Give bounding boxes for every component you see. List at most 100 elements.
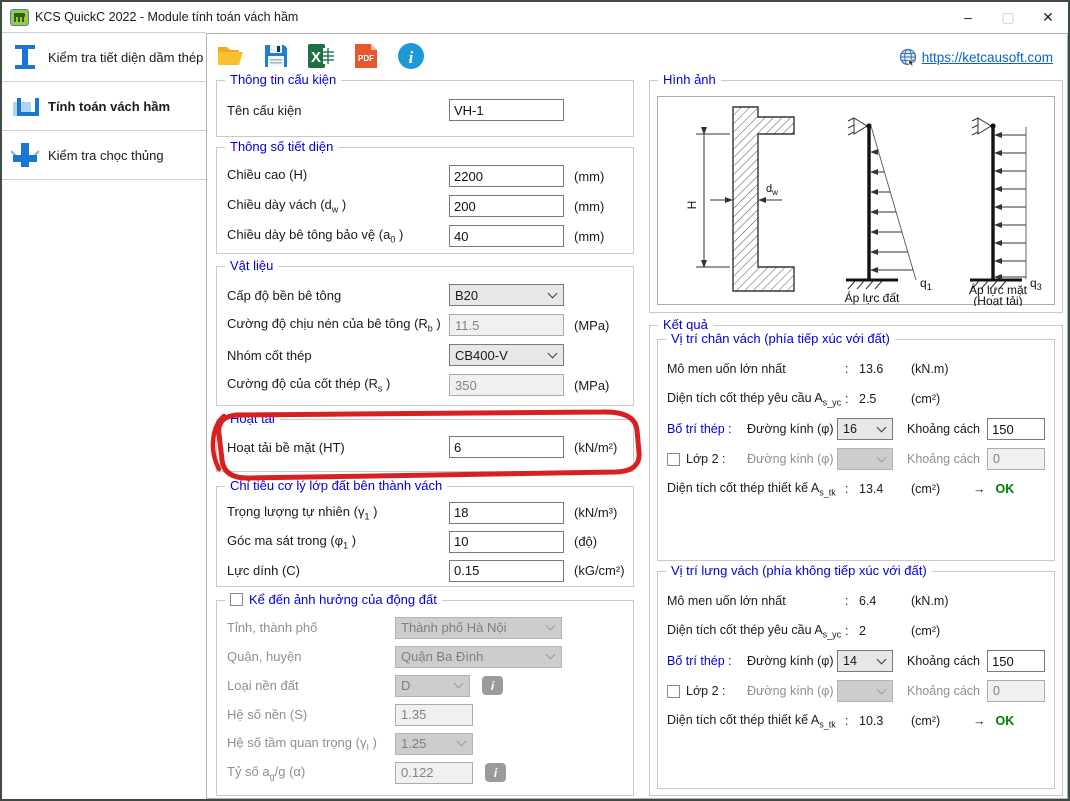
ag-ratio-info-button[interactable]: i <box>485 763 506 782</box>
spacing-label: Khoảng cách <box>907 422 987 436</box>
friction-angle-input[interactable] <box>449 531 564 553</box>
chevron-down-icon <box>457 737 467 747</box>
diameter-label: Đường kính (φ) <box>747 452 837 466</box>
component-name-input[interactable] <box>449 99 564 121</box>
group-title-earthquake: Kể đến ảnh hưởng của động đất <box>225 592 442 607</box>
field-label: Hệ số tầm quan trọng (γI ) <box>227 735 395 753</box>
group-results: Kết quả Vị trí chân vách (phía tiếp xúc … <box>649 325 1063 796</box>
pdf-export-button[interactable]: PDF <box>350 40 382 72</box>
ag-ratio-field: 0.122 <box>395 762 473 784</box>
concrete-strength-field: 11.5 <box>449 314 564 336</box>
unit-label: (mm) <box>574 199 604 214</box>
sidebar-item-punching-check[interactable]: Kiểm tra chọc thủng <box>2 131 206 179</box>
title-bar: KCS QuickC 2022 - Module tính toán vách … <box>2 2 1068 32</box>
group-title: Hoạt tải <box>225 411 280 426</box>
rebar-group-select[interactable]: CB400-V <box>449 344 564 366</box>
spacing-input[interactable] <box>987 418 1045 440</box>
result-label: Mô men uốn lớn nhất <box>667 594 845 608</box>
svg-text:q1: q1 <box>920 276 932 292</box>
height-input[interactable] <box>449 165 564 187</box>
district-select: Quận Ba Đình <box>395 646 562 668</box>
field-label: Chiều dày vách (dw ) <box>227 197 449 215</box>
unit-label: (kN/m³) <box>574 505 617 520</box>
diameter-select[interactable]: 16 <box>837 418 893 440</box>
rebar-strength-field: 350 <box>449 374 564 396</box>
arrow-icon: → <box>973 714 986 728</box>
layer2-label: Lớp 2 : <box>686 452 725 466</box>
diameter-select[interactable]: 14 <box>837 650 893 672</box>
field-label: Chiều cao (H) <box>227 167 449 185</box>
group-material: Vật liệu Cấp độ bền bê tông B20 Cường độ… <box>216 266 634 406</box>
sidebar-item-label: Kiểm tra chọc thủng <box>48 148 164 163</box>
field-label: Góc ma sát trong (φ1 ) <box>227 533 449 551</box>
group-title: Thông số tiết diện <box>225 139 338 154</box>
cohesion-input[interactable] <box>449 560 564 582</box>
field-label: Lực dính (C) <box>227 563 449 578</box>
unit-label: (MPa) <box>574 318 609 333</box>
pdf-label: PDF <box>358 54 374 63</box>
moment-value: 13.6 <box>859 362 911 376</box>
open-file-button[interactable] <box>215 40 247 72</box>
earthquake-checkbox[interactable] <box>230 593 243 606</box>
spacing-label: Khoảng cách <box>907 654 987 668</box>
layer2-checkbox[interactable] <box>667 453 680 466</box>
field-label: Cấp độ bền bê tông <box>227 288 449 303</box>
wall-diagram: H dw <box>658 97 1056 306</box>
field-label: Tên cấu kiện <box>227 103 449 118</box>
required-area-value: 2 <box>859 624 911 638</box>
excel-export-button[interactable]: X <box>305 40 337 72</box>
chevron-down-icon <box>546 650 556 660</box>
wall-icon <box>2 92 48 120</box>
unit-label: (cm²) <box>911 482 971 496</box>
unit-label: (MPa) <box>574 378 609 393</box>
unit-label: (kG/cm²) <box>574 563 625 578</box>
soil-type-info-button[interactable]: i <box>482 676 503 695</box>
maximize-button[interactable]: ▢ <box>988 2 1028 32</box>
soil-factor-field: 1.35 <box>395 704 473 726</box>
result-label: Diện tích cốt thép yêu cầu As_yc <box>667 391 845 408</box>
website-link[interactable]: https://ketcausoft.com <box>922 50 1053 65</box>
chevron-down-icon <box>546 621 556 631</box>
close-button[interactable]: ✕ <box>1028 2 1068 32</box>
wall-thickness-input[interactable] <box>449 195 564 217</box>
group-title: Vật liệu <box>225 258 278 273</box>
result-label: Diện tích cốt thép thiết kế As_tk <box>667 713 845 730</box>
minimize-button[interactable]: – <box>948 2 988 32</box>
diameter-label: Đường kính (φ) <box>747 654 837 668</box>
group-live-load: Hoạt tải Hoạt tải bề mặt (HT) (kN/m²) <box>216 419 634 472</box>
app-icon <box>10 9 29 26</box>
status-badge: OK <box>996 714 1015 728</box>
group-title: Thông tin cấu kiện <box>225 72 341 87</box>
save-button[interactable] <box>260 40 292 72</box>
group-component-info: Thông tin cấu kiện Tên cấu kiện <box>216 80 634 137</box>
unit-label: (kN/m²) <box>574 440 617 455</box>
toolbar: X PDF i <box>215 40 427 72</box>
group-title: Vị trí chân vách (phía tiếp xúc với đất) <box>666 331 895 346</box>
info-button[interactable]: i <box>395 40 427 72</box>
cover-thickness-input[interactable] <box>449 225 564 247</box>
status-badge: OK <box>996 482 1015 496</box>
sidebar-item-label: Kiểm tra tiết diện dầm thép <box>48 50 203 65</box>
concrete-grade-select[interactable]: B20 <box>449 284 564 306</box>
field-label: Hoạt tải bề mặt (HT) <box>227 440 449 455</box>
unit-weight-input[interactable] <box>449 502 564 524</box>
group-wall-back: Vị trí lưng vách (phía không tiếp xúc vớ… <box>657 571 1055 789</box>
sidebar-item-basement-wall[interactable]: Tính toán vách hầm <box>2 82 206 130</box>
group-title: Kết quả <box>658 317 713 332</box>
sidebar: Kiểm tra tiết diện dầm thép Tính toán vá… <box>2 32 206 799</box>
layer2-diameter-select <box>837 680 893 702</box>
diameter-label: Đường kính (φ) <box>747 422 837 436</box>
sidebar-item-steel-beam-check[interactable]: Kiểm tra tiết diện dầm thép <box>2 33 206 81</box>
layer2-checkbox[interactable] <box>667 685 680 698</box>
divider <box>2 179 206 180</box>
spacing-input[interactable] <box>987 650 1045 672</box>
unit-label: (kN.m) <box>911 594 971 608</box>
result-label: Diện tích cốt thép yêu cầu As_yc <box>667 623 845 640</box>
group-title: Hình ảnh <box>658 72 721 87</box>
design-area-value: 13.4 <box>859 482 911 496</box>
group-soil-properties: Chỉ tiêu cơ lý lớp đất bên thành vách Tr… <box>216 486 634 587</box>
main-panel: X PDF i https://ketcausoft.com Thông tin… <box>206 33 1068 799</box>
surface-live-load-input[interactable] <box>449 436 564 458</box>
unit-label: (cm²) <box>911 392 971 406</box>
svg-text:q3: q3 <box>1030 276 1042 292</box>
